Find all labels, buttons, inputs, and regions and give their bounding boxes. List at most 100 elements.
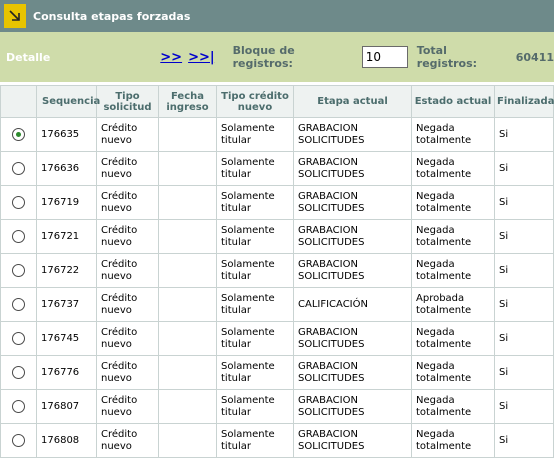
- cell-finalizada: Si: [494, 287, 554, 322]
- cell-fecha-ingreso: [158, 253, 217, 288]
- cell-estado-actual: Negada totalmente: [411, 219, 495, 254]
- header-sequencia[interactable]: Sequencia: [36, 85, 100, 118]
- cell-etapa-actual: GRABACION SOLICITUDES: [293, 185, 412, 220]
- last-page-link[interactable]: >>|: [188, 50, 215, 65]
- cell-tipo-solicitud: Crédito nuevo: [96, 355, 159, 390]
- cell-tipo-credito: Solamente titular: [216, 117, 294, 152]
- cell-finalizada: Si: [494, 253, 554, 288]
- block-size-input[interactable]: [361, 46, 408, 68]
- cell-estado-actual: Negada totalmente: [411, 253, 495, 288]
- table-row[interactable]: 176636 Crédito nuevo Solamente titular GRAB…: [0, 151, 554, 186]
- cell-sequencia: 176776: [36, 355, 97, 390]
- row-select-cell: [0, 321, 37, 356]
- table-row[interactable]: 176776 Crédito nuevo Solamente titular GRAB…: [0, 355, 554, 390]
- cell-sequencia: 176737: [36, 287, 97, 322]
- row-select-cell: [0, 185, 37, 220]
- cell-tipo-solicitud: Crédito nuevo: [96, 151, 159, 186]
- cell-finalizada: Si: [494, 117, 554, 152]
- cell-tipo-solicitud: Crédito nuevo: [96, 389, 159, 424]
- row-select-cell: [0, 287, 37, 322]
- header-estado-actual[interactable]: Estado actual: [411, 85, 495, 118]
- table-row[interactable]: 176719 Crédito nuevo Solamente titular GRAB…: [0, 185, 554, 220]
- header-select: [0, 85, 37, 118]
- cell-fecha-ingreso: [158, 219, 217, 254]
- row-select-cell: [0, 117, 37, 152]
- cell-fecha-ingreso: [158, 185, 217, 220]
- row-select-cell: [0, 355, 37, 390]
- row-select-cell: [0, 253, 37, 288]
- cell-sequencia: 176807: [36, 389, 97, 424]
- cell-estado-actual: Negada totalmente: [411, 151, 495, 186]
- header-finalizada[interactable]: Finalizada: [494, 85, 554, 118]
- block-label: Bloque de registros:: [232, 44, 295, 70]
- cell-tipo-solicitud: Crédito nuevo: [96, 321, 159, 356]
- table-row[interactable]: 176737 Crédito nuevo Solamente titular CALI…: [0, 287, 554, 322]
- cell-tipo-credito: Solamente titular: [216, 151, 294, 186]
- header-tipo-solicitud[interactable]: Tipo solicitud: [96, 85, 159, 118]
- row-radio[interactable]: [12, 365, 25, 379]
- consulta-window: Consulta etapas forzadas Detalle >> >>| …: [0, 0, 554, 473]
- row-select-cell: [0, 389, 37, 424]
- row-select-cell: [0, 151, 37, 186]
- cell-etapa-actual: GRABACION SOLICITUDES: [293, 151, 412, 186]
- cell-tipo-credito: Solamente titular: [216, 389, 294, 424]
- row-radio[interactable]: [12, 399, 25, 413]
- cell-fecha-ingreso: [158, 355, 217, 390]
- header-etapa-actual[interactable]: Etapa actual: [293, 85, 412, 118]
- cell-finalizada: Si: [494, 423, 554, 458]
- next-page-link[interactable]: >>: [160, 50, 182, 65]
- cell-tipo-solicitud: Crédito nuevo: [96, 117, 159, 152]
- row-radio[interactable]: [12, 195, 25, 209]
- cell-fecha-ingreso: [158, 423, 217, 458]
- table-row[interactable]: 176722 Crédito nuevo Solamente titular GRAB…: [0, 253, 554, 288]
- row-radio[interactable]: [12, 331, 25, 345]
- header-tipo-credito[interactable]: Tipo crédito nuevo: [216, 85, 294, 118]
- cell-sequencia: 176635: [36, 117, 97, 152]
- row-radio[interactable]: [12, 433, 25, 447]
- table-body: 176635 Crédito nuevo Solamente titular GRAB…: [0, 117, 554, 458]
- cell-estado-actual: Negada totalmente: [411, 423, 495, 458]
- cell-estado-actual: Aprobada totalmente: [411, 287, 495, 322]
- table-row[interactable]: 176745 Crédito nuevo Solamente titular GRAB…: [0, 321, 554, 356]
- table-row[interactable]: 176807 Crédito nuevo Solamente titular GRAB…: [0, 389, 554, 424]
- row-select-cell: [0, 219, 37, 254]
- cell-etapa-actual: GRABACION SOLICITUDES: [293, 355, 412, 390]
- row-radio[interactable]: [12, 229, 25, 243]
- cell-fecha-ingreso: [158, 287, 217, 322]
- cell-tipo-credito: Solamente titular: [216, 355, 294, 390]
- header-fecha-ingreso[interactable]: Fecha ingreso: [158, 85, 217, 118]
- cell-tipo-solicitud: Crédito nuevo: [96, 423, 159, 458]
- cell-estado-actual: Negada totalmente: [411, 355, 495, 390]
- cell-sequencia: 176636: [36, 151, 97, 186]
- toolbar: Detalle >> >>| Bloque de registros: Tota…: [0, 32, 554, 82]
- cell-fecha-ingreso: [158, 151, 217, 186]
- row-radio[interactable]: [12, 127, 25, 141]
- cell-sequencia: 176745: [36, 321, 97, 356]
- cell-estado-actual: Negada totalmente: [411, 389, 495, 424]
- results-table-wrap: Sequencia Tipo solicitud Fecha ingreso T…: [0, 85, 554, 458]
- cell-tipo-credito: Solamente titular: [216, 287, 294, 322]
- cell-sequencia: 176719: [36, 185, 97, 220]
- cell-tipo-credito: Solamente titular: [216, 253, 294, 288]
- results-table: Sequencia Tipo solicitud Fecha ingreso T…: [0, 85, 554, 458]
- row-radio[interactable]: [12, 297, 25, 311]
- cell-sequencia: 176721: [36, 219, 97, 254]
- row-radio[interactable]: [12, 263, 25, 277]
- row-radio[interactable]: [12, 161, 25, 175]
- cell-finalizada: Si: [494, 389, 554, 424]
- table-row[interactable]: 176721 Crédito nuevo Solamente titular GRAB…: [0, 219, 554, 254]
- cell-etapa-actual: GRABACION SOLICITUDES: [293, 219, 412, 254]
- cell-etapa-actual: GRABACION SOLICITUDES: [293, 389, 412, 424]
- cell-tipo-solicitud: Crédito nuevo: [96, 253, 159, 288]
- table-row[interactable]: 176635 Crédito nuevo Solamente titular GRAB…: [0, 117, 554, 152]
- cell-estado-actual: Negada totalmente: [411, 321, 495, 356]
- title-bar: Consulta etapas forzadas: [0, 0, 554, 32]
- table-row[interactable]: 176808 Crédito nuevo Solamente titular GRAB…: [0, 423, 554, 458]
- row-select-cell: [0, 423, 37, 458]
- cell-tipo-solicitud: Crédito nuevo: [96, 219, 159, 254]
- cell-fecha-ingreso: [158, 321, 217, 356]
- header-row: Sequencia Tipo solicitud Fecha ingreso T…: [0, 85, 554, 118]
- cell-finalizada: Si: [494, 321, 554, 356]
- cell-estado-actual: Negada totalmente: [411, 185, 495, 220]
- cell-etapa-actual: GRABACION SOLICITUDES: [293, 423, 412, 458]
